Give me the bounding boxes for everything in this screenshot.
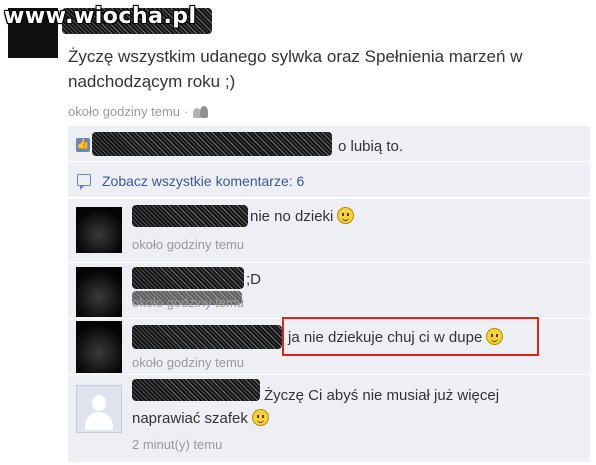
- comment-timestamp[interactable]: około godziny temu: [132, 355, 244, 370]
- comment-text: nie no dzieki: [250, 207, 355, 225]
- comment-item: ;D około godziny temu: [68, 262, 590, 318]
- view-all-row[interactable]: Zobacz wszystkie komentarze: 6: [68, 162, 590, 198]
- likes-text: o lubią to.: [338, 138, 404, 155]
- meta-separator: ·: [184, 104, 189, 119]
- likes-row: 👍 o lubią to.: [68, 126, 590, 162]
- comment-bubble-icon: [77, 174, 91, 190]
- highlight-annotation-box: [282, 317, 539, 356]
- comment-timestamp[interactable]: około godziny temu: [132, 295, 244, 310]
- comment-timestamp[interactable]: około godziny temu: [132, 237, 244, 252]
- comment-text-line-2: naprawiać szafek: [132, 409, 269, 427]
- status-line-2: nadchodzącym roku ;): [68, 72, 236, 91]
- redacted-commenter-name: [132, 325, 282, 349]
- comment-text-line-1: Życzę Ci abyś nie musiał już więcej: [264, 387, 500, 404]
- default-avatar-icon[interactable]: [76, 385, 122, 433]
- comment-timestamp[interactable]: 2 minut(y) temu: [132, 437, 222, 452]
- redacted-commenter-name: [132, 267, 244, 289]
- feedback-panel: 👍 o lubią to. Zobacz wszystkie komentarz…: [68, 126, 590, 462]
- post-meta: około godziny temu ·: [68, 104, 209, 119]
- like-thumb-icon: 👍: [76, 138, 90, 152]
- people-icon: [192, 105, 209, 118]
- commenter-avatar[interactable]: [76, 207, 122, 253]
- comment-item: Życzę Ci abyś nie musiał już więcej napr…: [68, 374, 590, 462]
- site-watermark: www.wiocha.pl: [4, 4, 197, 29]
- commenter-avatar[interactable]: [76, 321, 122, 373]
- view-all-comments-link[interactable]: Zobacz wszystkie komentarze: 6: [102, 173, 304, 189]
- comment-item: nie no dzieki około godziny temu: [68, 198, 590, 262]
- comment-body: naprawiać szafek: [132, 410, 248, 427]
- commenter-avatar[interactable]: [76, 267, 122, 317]
- smiley-icon: [337, 207, 355, 224]
- redacted-commenter-name: [132, 205, 248, 227]
- comment-text: ;D: [246, 271, 261, 288]
- post-timestamp[interactable]: około godziny temu: [68, 104, 180, 119]
- status-text: Życzę wszystkim udanego sylwka oraz Speł…: [68, 44, 588, 94]
- redacted-commenter-name: [132, 379, 260, 401]
- smiley-icon: [251, 409, 269, 426]
- redacted-likers: [92, 132, 332, 156]
- comment-body: nie no dzieki: [250, 208, 334, 225]
- status-line-1: Życzę wszystkim udanego sylwka oraz Speł…: [68, 47, 523, 66]
